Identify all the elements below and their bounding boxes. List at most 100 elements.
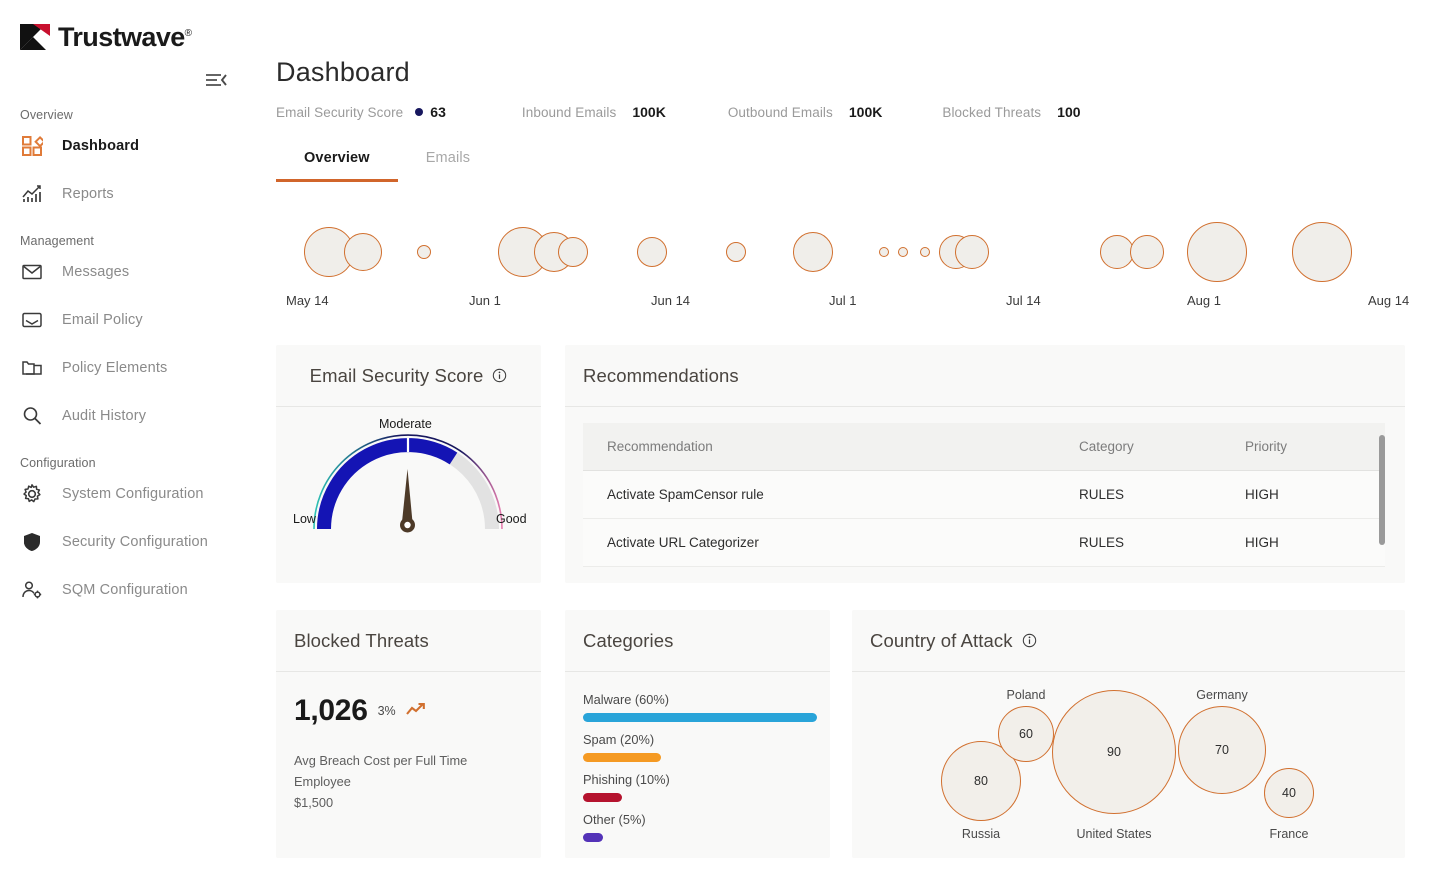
kpi-value: 63 (430, 104, 446, 120)
sidebar-item-security-configuration[interactable]: Security Configuration (20, 522, 252, 562)
avg-breach-cost-value: $1,500 (294, 792, 523, 813)
dashboard-page: Trustwave® Overview Dashboard (0, 0, 1440, 880)
sidebar-item-system-configuration[interactable]: System Configuration (20, 474, 252, 514)
table-scrollbar[interactable] (1379, 423, 1385, 567)
table-row[interactable]: Activate SpamCensor rule RULES HIGH (583, 471, 1385, 519)
score-dot-icon (415, 108, 423, 116)
threat-timeline-chart: May 14Jun 1Jun 14Jul 1Jul 14Aug 1Aug 14 (262, 200, 1440, 315)
country-bubble-value: 70 (1215, 743, 1229, 757)
country-bubble-value: 40 (1282, 786, 1296, 800)
category-item: Phishing (10%) (583, 772, 812, 802)
timeline-bubble[interactable] (1100, 235, 1134, 269)
country-bubble[interactable]: 70 (1178, 706, 1266, 794)
page-title: Dashboard (276, 57, 410, 88)
country-bubble-label: France (1270, 827, 1309, 841)
timeline-tick-label: Jul 14 (1006, 293, 1041, 308)
category-label: Malware (60%) (583, 692, 812, 707)
timeline-bubble[interactable] (955, 235, 989, 269)
kpi-inbound-emails: Inbound Emails 100K (522, 104, 666, 120)
sidebar: Trustwave® Overview Dashboard (0, 0, 262, 880)
blocked-threats-card: Blocked Threats 1,026 3% Avg Breach Cost… (276, 610, 541, 858)
timeline-bubble[interactable] (344, 233, 382, 271)
sidebar-item-security-configuration-label: Security Configuration (62, 534, 208, 550)
table-scrollbar-thumb[interactable] (1379, 435, 1385, 545)
timeline-bubble[interactable] (1130, 235, 1164, 269)
sidebar-item-messages[interactable]: Messages (20, 252, 252, 292)
country-bubble[interactable]: 60 (998, 706, 1054, 762)
trustwave-logo-text: Trustwave® (58, 24, 191, 51)
tab-emails[interactable]: Emails (398, 146, 498, 182)
chart-icon (20, 182, 44, 206)
timeline-bubble[interactable] (920, 247, 930, 257)
sidebar-item-reports[interactable]: Reports (20, 174, 252, 214)
sidebar-item-sqm-configuration-label: SQM Configuration (62, 582, 188, 598)
sidebar-item-email-policy[interactable]: Email Policy (20, 300, 252, 340)
column-header-priority: Priority (1245, 439, 1365, 454)
card-title: Recommendations (583, 365, 739, 387)
sidebar-item-audit-history[interactable]: Audit History (20, 396, 252, 436)
gauge-label-good: Good (496, 512, 527, 526)
timeline-bubble[interactable] (793, 232, 833, 272)
timeline-bubble[interactable] (637, 237, 667, 267)
timeline-tick-label: Jul 1 (829, 293, 856, 308)
blocked-threats-count: 1,026 (294, 694, 368, 728)
card-header: Categories (565, 610, 830, 672)
country-bubble-label: Poland (1007, 688, 1046, 702)
card-header: Email Security Score (276, 345, 541, 407)
sidebar-item-policy-elements[interactable]: Policy Elements (20, 348, 252, 388)
kpi-strip: Email Security Score 63 Inbound Emails 1… (276, 104, 1081, 120)
card-title: Categories (583, 630, 673, 652)
user-gear-icon (20, 578, 44, 602)
country-of-attack-card: Country of Attack 80 Russia 60 Poland 90 Unit… (852, 610, 1405, 858)
card-header: Blocked Threats (276, 610, 541, 672)
timeline-bubble[interactable] (1187, 222, 1247, 282)
inbox-icon (20, 308, 44, 332)
country-bubble-label: Russia (962, 827, 1000, 841)
folder-icon (20, 356, 44, 380)
tab-overview[interactable]: Overview (276, 146, 398, 182)
cell-priority: HIGH (1245, 535, 1365, 550)
table-row[interactable]: Activate URL Categorizer RULES HIGH (583, 519, 1385, 567)
timeline-bubble[interactable] (726, 242, 746, 262)
info-icon[interactable] (492, 368, 507, 383)
category-label: Phishing (10%) (583, 772, 812, 787)
country-bubble-label: United States (1076, 827, 1151, 841)
timeline-bubble[interactable] (898, 247, 908, 257)
timeline-tick-label: Aug 14 (1368, 293, 1409, 308)
kpi-blocked-threats: Blocked Threats 100 (942, 104, 1080, 120)
country-bubble[interactable]: 40 (1264, 768, 1314, 818)
country-bubble-value: 60 (1019, 727, 1033, 741)
cell-recommendation: Activate SpamCensor rule (583, 487, 1079, 502)
sidebar-item-policy-elements-label: Policy Elements (62, 360, 167, 376)
envelope-icon (20, 260, 44, 284)
sidebar-item-dashboard-label: Dashboard (62, 138, 139, 154)
timeline-bubble[interactable] (879, 247, 889, 257)
avg-breach-cost-label: Avg Breach Cost per Full Time Employee (294, 750, 523, 792)
kpi-value: 100K (632, 104, 665, 120)
gauge-label-low: Low (293, 512, 316, 526)
categories-bar-list: Malware (60%)Spam (20%)Phishing (10%)Oth… (565, 672, 830, 842)
card-header: Country of Attack (852, 610, 1405, 672)
blocked-threats-change: 3% (378, 704, 396, 718)
column-header-recommendation: Recommendation (583, 439, 1079, 454)
country-bubble-value: 80 (974, 774, 988, 788)
collapse-menu-glyph (204, 70, 228, 92)
kpi-value: 100K (849, 104, 882, 120)
sidebar-item-sqm-configuration[interactable]: SQM Configuration (20, 570, 252, 610)
timeline-bubble[interactable] (558, 237, 588, 267)
main-content: Dashboard Email Security Score 63 Inboun… (262, 0, 1440, 880)
trustwave-logo[interactable]: Trustwave® (20, 22, 191, 52)
collapse-menu-icon[interactable] (204, 70, 228, 92)
country-bubble[interactable]: 90 (1052, 690, 1176, 814)
sidebar-item-system-configuration-label: System Configuration (62, 486, 204, 502)
table-header-row: Recommendation Category Priority (583, 423, 1385, 471)
info-icon[interactable] (1022, 633, 1037, 648)
category-item: Malware (60%) (583, 692, 812, 722)
timeline-tick-label: May 14 (286, 293, 329, 308)
timeline-bubble[interactable] (1292, 222, 1352, 282)
timeline-bubble[interactable] (417, 245, 431, 259)
gauge-label-moderate: Moderate (379, 417, 432, 431)
nav-group-overview-label: Overview (20, 108, 73, 122)
sidebar-item-dashboard[interactable]: Dashboard (20, 126, 252, 166)
category-item: Other (5%) (583, 812, 812, 842)
